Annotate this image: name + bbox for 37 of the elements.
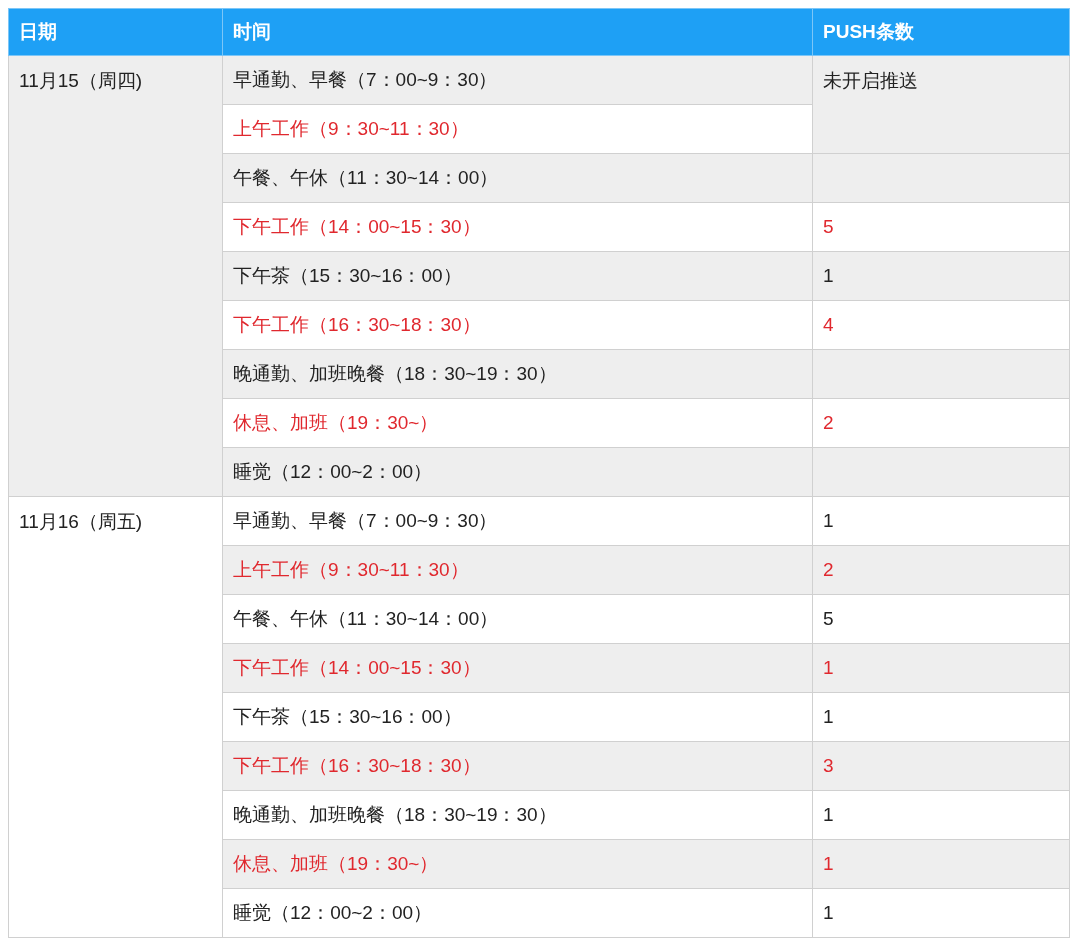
time-cell: 下午工作（16：30~18：30）: [222, 741, 813, 791]
time-cell: 休息、加班（19：30~）: [222, 398, 813, 448]
push-count-cell: 1: [812, 888, 1070, 938]
time-cell: 休息、加班（19：30~）: [222, 839, 813, 889]
push-count-cell: 2: [812, 398, 1070, 448]
time-cell: 早通勤、早餐（7：00~9：30）: [222, 496, 813, 546]
time-cell: 下午工作（14：00~15：30）: [222, 643, 813, 693]
time-cell: 早通勤、早餐（7：00~9：30）: [222, 55, 813, 105]
column-header: 时间: [222, 8, 813, 56]
time-cell: 上午工作（9：30~11：30）: [222, 104, 813, 154]
push-count-cell: 1: [812, 251, 1070, 301]
push-count-cell: 5: [812, 594, 1070, 644]
time-cell: 上午工作（9：30~11：30）: [222, 545, 813, 595]
push-count-cell: 5: [812, 202, 1070, 252]
push-count-cell: 1: [812, 790, 1070, 840]
push-count-cell: 3: [812, 741, 1070, 791]
date-cell: 11月16（周五): [8, 496, 223, 938]
push-count-cell: 1: [812, 839, 1070, 889]
time-cell: 下午茶（15：30~16：00）: [222, 692, 813, 742]
time-cell: 睡觉（12：00~2：00）: [222, 447, 813, 497]
time-cell: 睡觉（12：00~2：00）: [222, 888, 813, 938]
column-header: PUSH条数: [812, 8, 1070, 56]
time-cell: 下午工作（16：30~18：30）: [222, 300, 813, 350]
column-header: 日期: [8, 8, 223, 56]
time-cell: 晚通勤、加班晚餐（18：30~19：30）: [222, 790, 813, 840]
push-count-cell: 1: [812, 496, 1070, 546]
date-cell: 11月15（周四): [8, 55, 223, 497]
time-cell: 下午茶（15：30~16：00）: [222, 251, 813, 301]
push-count-cell: 1: [812, 692, 1070, 742]
push-count-cell: 1: [812, 643, 1070, 693]
time-cell: 晚通勤、加班晚餐（18：30~19：30）: [222, 349, 813, 399]
push-count-cell: 未开启推送: [812, 55, 1070, 154]
push-count-cell: 2: [812, 545, 1070, 595]
time-cell: 下午工作（14：00~15：30）: [222, 202, 813, 252]
time-cell: 午餐、午休（11：30~14：00）: [222, 594, 813, 644]
push-count-cell: 4: [812, 300, 1070, 350]
time-cell: 午餐、午休（11：30~14：00）: [222, 153, 813, 203]
